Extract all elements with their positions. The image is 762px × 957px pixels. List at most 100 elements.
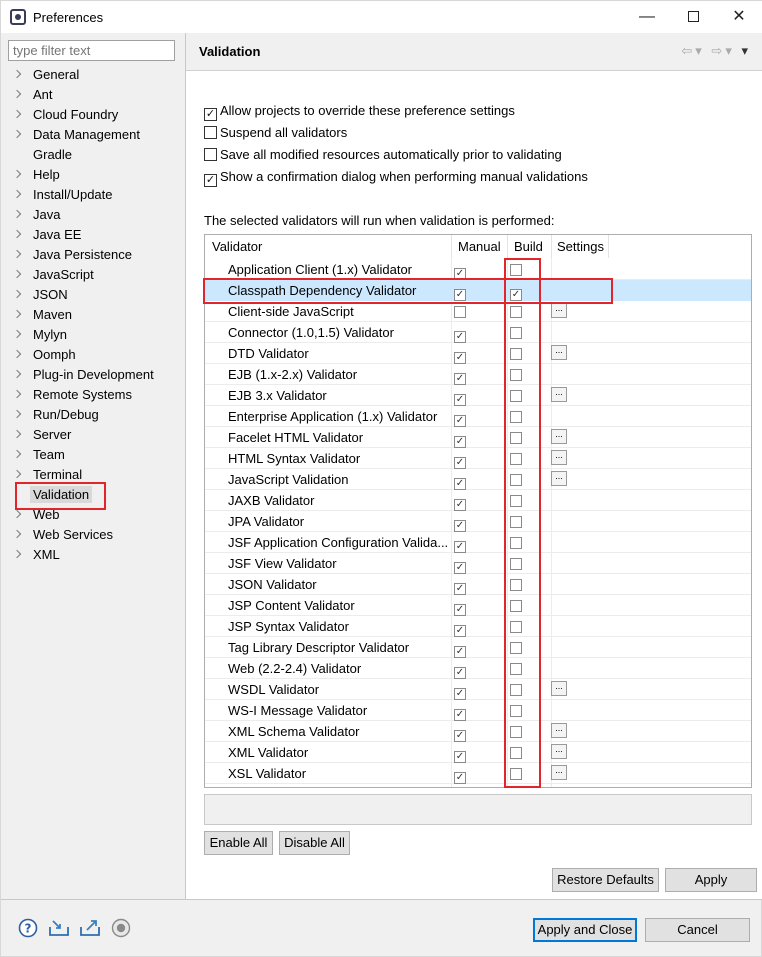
close-button[interactable]: ✕ xyxy=(716,1,762,33)
checkbox-unchecked[interactable] xyxy=(510,705,522,717)
back-dropdown-icon[interactable]: ▾ xyxy=(695,43,705,58)
manual-checkbox[interactable]: ✓ xyxy=(454,577,466,595)
table-row[interactable]: Connector (1.0,1.5) Validator ✓ xyxy=(205,322,751,343)
manual-checkbox[interactable]: ✓ xyxy=(454,661,466,679)
build-checkbox[interactable] xyxy=(510,682,522,697)
table-row[interactable]: HTML Syntax Validator ✓... xyxy=(205,448,751,469)
table-row[interactable]: JavaScript Validation ✓... xyxy=(205,469,751,490)
table-row[interactable]: JSP Syntax Validator ✓ xyxy=(205,616,751,637)
manual-checkbox[interactable]: ✓ xyxy=(454,367,466,385)
manual-checkbox[interactable]: ✓ xyxy=(454,745,466,763)
checkbox-checked[interactable]: ✓ xyxy=(454,772,466,784)
checkbox-checked[interactable]: ✓ xyxy=(454,667,466,679)
checkbox-unchecked[interactable] xyxy=(510,726,522,738)
build-checkbox[interactable] xyxy=(510,325,522,340)
checkbox-checked[interactable]: ✓ xyxy=(454,520,466,532)
tree-item-java-persistence[interactable]: Java Persistence xyxy=(8,245,184,265)
manual-checkbox[interactable]: ✓ xyxy=(454,598,466,616)
chevron-right-icon[interactable] xyxy=(12,409,22,419)
checkbox-unchecked[interactable] xyxy=(510,579,522,591)
maximize-button[interactable] xyxy=(670,1,716,33)
checkbox-unchecked[interactable] xyxy=(510,600,522,612)
table-row[interactable]: XML Schema Validator ✓... xyxy=(205,721,751,742)
build-checkbox[interactable] xyxy=(510,745,522,760)
tree-item-javascript[interactable]: JavaScript xyxy=(8,265,184,285)
checkbox-checked[interactable]: ✓ xyxy=(454,268,466,280)
apply-and-close-button[interactable]: Apply and Close xyxy=(533,918,637,942)
column-header-build[interactable]: Build xyxy=(514,239,543,254)
settings-button[interactable]: ... xyxy=(551,723,567,738)
manual-checkbox[interactable]: ✓ xyxy=(454,262,466,280)
build-checkbox[interactable] xyxy=(510,262,522,277)
checkbox-checked[interactable]: ✓ xyxy=(454,688,466,700)
build-checkbox[interactable] xyxy=(510,409,522,424)
checkbox-checked[interactable]: ✓ xyxy=(454,604,466,616)
table-row[interactable]: Application Client (1.x) Validator ✓ xyxy=(205,259,751,280)
manual-checkbox[interactable]: ✓ xyxy=(454,388,466,406)
tree-item-java-ee[interactable]: Java EE xyxy=(8,225,184,245)
tree-item-maven[interactable]: Maven xyxy=(8,305,184,325)
tree-item-validation[interactable]: Validation xyxy=(8,485,184,505)
manual-checkbox[interactable]: ✓ xyxy=(454,409,466,427)
checkbox-unchecked[interactable] xyxy=(510,642,522,654)
chevron-right-icon[interactable] xyxy=(12,449,22,459)
chevron-right-icon[interactable] xyxy=(12,89,22,99)
build-checkbox[interactable] xyxy=(510,766,522,781)
tree-item-oomph[interactable]: Oomph xyxy=(8,345,184,365)
back-arrow-icon[interactable]: ⇦ xyxy=(681,43,695,58)
checkbox-unchecked[interactable] xyxy=(510,390,522,402)
checkbox-unchecked[interactable] xyxy=(510,411,522,423)
checkbox-checked[interactable]: ✓ xyxy=(454,751,466,763)
tree-item-xml[interactable]: XML xyxy=(8,545,184,565)
chevron-right-icon[interactable] xyxy=(12,469,22,479)
export-icon[interactable] xyxy=(79,918,100,938)
checkbox-unchecked[interactable] xyxy=(204,126,217,139)
checkbox-checked[interactable]: ✓ xyxy=(454,478,466,490)
chevron-right-icon[interactable] xyxy=(12,209,22,219)
minimize-button[interactable]: — xyxy=(624,1,670,33)
tree-item-cloud-foundry[interactable]: Cloud Foundry xyxy=(8,105,184,125)
table-row[interactable]: DTD Validator ✓... xyxy=(205,343,751,364)
column-header-validator[interactable]: Validator xyxy=(212,239,262,254)
cancel-button[interactable]: Cancel xyxy=(645,918,750,942)
table-row[interactable]: EJB 3.x Validator ✓... xyxy=(205,385,751,406)
build-checkbox[interactable] xyxy=(510,514,522,529)
manual-checkbox[interactable]: ✓ xyxy=(454,325,466,343)
tree-item-help[interactable]: Help xyxy=(8,165,184,185)
chevron-right-icon[interactable] xyxy=(12,529,22,539)
tree-item-team[interactable]: Team xyxy=(8,445,184,465)
chevron-right-icon[interactable] xyxy=(12,249,22,259)
build-checkbox[interactable] xyxy=(510,451,522,466)
checkbox-checked[interactable]: ✓ xyxy=(204,108,217,121)
chevron-right-icon[interactable] xyxy=(12,169,22,179)
manual-checkbox[interactable]: ✓ xyxy=(454,640,466,658)
enable-all-button[interactable]: Enable All xyxy=(204,831,273,855)
tree-item-terminal[interactable]: Terminal xyxy=(8,465,184,485)
build-checkbox[interactable] xyxy=(510,367,522,382)
checkbox-unchecked[interactable] xyxy=(510,684,522,696)
build-checkbox[interactable] xyxy=(510,598,522,613)
forward-arrow-icon[interactable]: ⇨ xyxy=(711,43,725,58)
forward-dropdown-icon[interactable]: ▾ xyxy=(725,43,735,58)
checkbox-checked[interactable]: ✓ xyxy=(454,541,466,553)
manual-checkbox[interactable]: ✓ xyxy=(454,451,466,469)
manual-checkbox[interactable]: ✓ xyxy=(454,724,466,742)
build-checkbox[interactable] xyxy=(510,556,522,571)
manual-checkbox[interactable]: ✓ xyxy=(454,766,466,784)
help-icon[interactable]: ? xyxy=(18,918,38,938)
table-row[interactable]: Enterprise Application (1.x) Validator ✓ xyxy=(205,406,751,427)
chevron-right-icon[interactable] xyxy=(12,549,22,559)
manual-checkbox[interactable]: ✓ xyxy=(454,493,466,511)
chevron-right-icon[interactable] xyxy=(12,329,22,339)
checkbox-unchecked[interactable] xyxy=(510,264,522,276)
build-checkbox[interactable] xyxy=(510,577,522,592)
settings-button[interactable]: ... xyxy=(551,303,567,318)
checkbox-checked[interactable]: ✓ xyxy=(454,289,466,301)
chevron-right-icon[interactable] xyxy=(12,289,22,299)
chevron-right-icon[interactable] xyxy=(12,269,22,279)
table-row[interactable]: JSF Application Configuration Valida... ✓ xyxy=(205,532,751,553)
chevron-right-icon[interactable] xyxy=(12,369,22,379)
tree-item-run-debug[interactable]: Run/Debug xyxy=(8,405,184,425)
checkbox-unchecked[interactable] xyxy=(454,306,466,318)
chevron-right-icon[interactable] xyxy=(12,129,22,139)
